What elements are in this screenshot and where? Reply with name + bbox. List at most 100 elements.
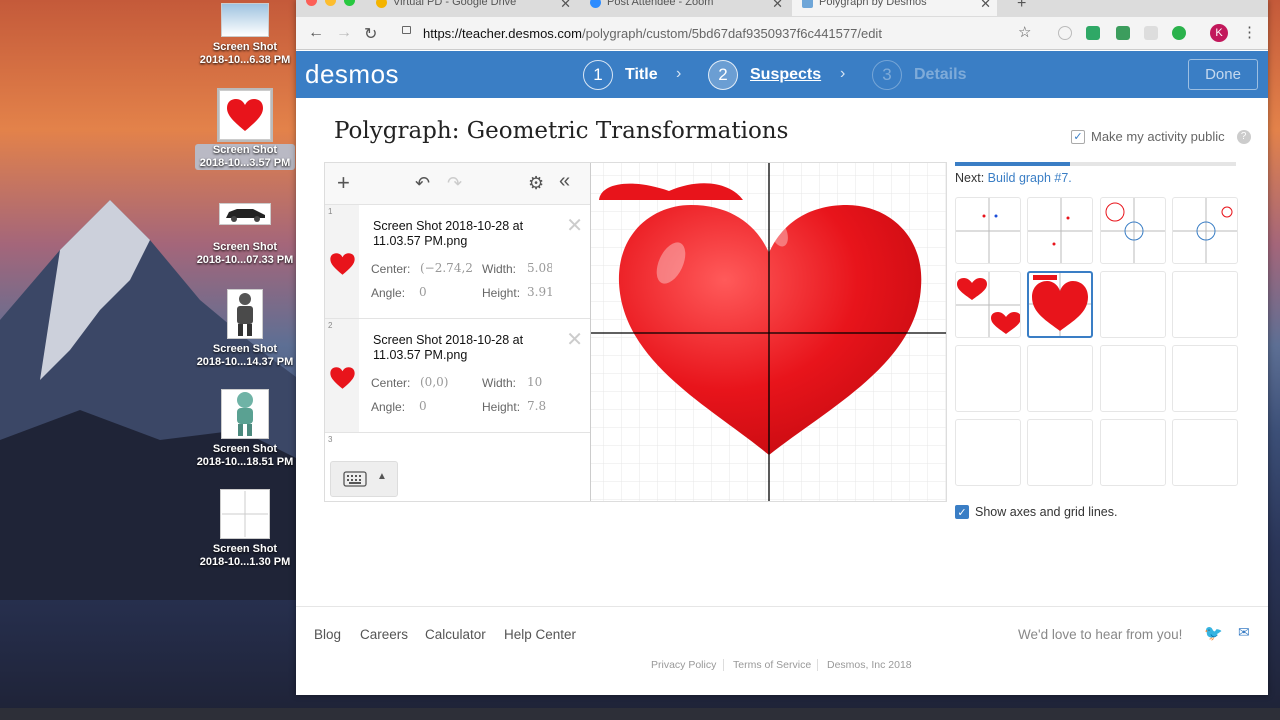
redo-icon[interactable]: ↷	[447, 173, 462, 194]
tab-zoom[interactable]: Post Attendee - Zoom ✕	[590, 0, 783, 16]
extension-icon[interactable]	[1144, 26, 1158, 40]
remove-expression-icon[interactable]: ✕	[566, 213, 583, 238]
angle-input[interactable]: 0	[419, 285, 427, 299]
suspect-card-empty[interactable]	[1172, 419, 1238, 486]
cast-icon[interactable]	[1116, 26, 1130, 40]
suspect-card-empty[interactable]	[1100, 345, 1166, 412]
close-window-button[interactable]	[306, 0, 317, 6]
expression-index: 3	[325, 433, 359, 461]
desktop-file-screenshot-2[interactable]: Screen Shot 2018-10...3.57 PM	[195, 88, 295, 170]
width-input[interactable]: 5.08	[527, 261, 552, 275]
tab-google-drive[interactable]: Virtual PD - Google Drive ✕	[376, 0, 571, 16]
suspect-card[interactable]	[1100, 197, 1166, 264]
height-input[interactable]: 7.8	[527, 399, 546, 413]
desktop-file-screenshot-6[interactable]: Screen Shot 2018-10...1.30 PM	[195, 489, 295, 569]
height-input[interactable]: 3.91	[527, 285, 552, 299]
new-tab-icon[interactable]: +	[1017, 0, 1026, 13]
suspect-card-selected[interactable]	[1027, 271, 1093, 338]
chevron-right-icon: ›	[840, 65, 846, 82]
step-title[interactable]: 1 Title	[583, 60, 658, 90]
desktop-file-screenshot-3[interactable]: Screen Shot 2018-10...07.33 PM	[195, 203, 295, 267]
footer-link-calculator[interactable]: Calculator	[425, 627, 486, 642]
settings-gear-icon[interactable]: ⚙	[528, 173, 544, 194]
file-date: 2018-10...3.57 PM	[199, 157, 291, 169]
suspect-card[interactable]	[1027, 197, 1093, 264]
grammarly-icon[interactable]	[1172, 26, 1186, 40]
desmos-logo[interactable]: desmos	[305, 59, 399, 90]
reload-icon[interactable]: ↻	[364, 24, 377, 44]
privacy-policy-link[interactable]: Privacy Policy	[651, 659, 716, 671]
suspect-card-empty[interactable]	[1027, 345, 1093, 412]
file-label: Screen Shot	[212, 443, 278, 455]
suspect-card-empty[interactable]	[1100, 271, 1166, 338]
desktop-file-screenshot-1[interactable]: Screen Shot 2018-10...6.38 PM	[195, 3, 295, 67]
angle-input[interactable]: 0	[419, 399, 427, 413]
remove-expression-icon[interactable]: ✕	[566, 327, 583, 352]
back-icon[interactable]: ←	[308, 24, 324, 42]
center-input[interactable]: (0,0)	[420, 375, 448, 389]
url-bar[interactable]: https://teacher.desmos.com/polygraph/cus…	[401, 21, 1031, 46]
make-public-toggle[interactable]: ✓ Make my activity public?	[1071, 129, 1251, 144]
suspect-card[interactable]	[955, 197, 1021, 264]
add-expression-icon[interactable]: +	[337, 170, 350, 196]
close-tab-icon[interactable]: ✕	[560, 0, 571, 12]
desktop-file-screenshot-5[interactable]: Screen Shot 2018-10...18.51 PM	[195, 389, 295, 469]
desktop-file-screenshot-4[interactable]: Screen Shot 2018-10...14.37 PM	[195, 289, 295, 369]
figure-image-icon	[227, 289, 263, 339]
terms-link[interactable]: Terms of Service	[733, 659, 811, 671]
expression-item[interactable]: 1 Screen Shot 2018-10-28 at 11.03.57 PM.…	[325, 205, 590, 319]
title-separator: :	[451, 118, 460, 144]
tab-polygraph[interactable]: Polygraph by Desmos ✕	[792, 0, 997, 16]
activity-title[interactable]: Geometric Transformations	[467, 118, 789, 144]
show-axes-toggle[interactable]: ✓ Show axes and grid lines.	[955, 505, 1117, 519]
next-link[interactable]: Build graph #7.	[988, 171, 1072, 185]
caret-up-icon: ▲	[377, 471, 387, 482]
step-suspects[interactable]: 2 Suspects	[708, 60, 821, 90]
zoom-icon	[590, 0, 601, 8]
suspect-card-empty[interactable]	[1172, 345, 1238, 412]
keyboard-toggle-button[interactable]: ▲	[330, 461, 398, 497]
expression-item[interactable]: 2 Screen Shot 2018-10-28 at 11.03.57 PM.…	[325, 319, 590, 433]
close-tab-icon[interactable]: ✕	[772, 0, 783, 12]
footer-link-careers[interactable]: Careers	[360, 627, 408, 642]
suspect-card-empty[interactable]	[955, 419, 1021, 486]
profile-avatar[interactable]: K	[1210, 24, 1228, 42]
suspect-card-empty[interactable]	[955, 345, 1021, 412]
email-icon[interactable]: ✉	[1238, 624, 1250, 641]
suspect-card[interactable]	[1172, 197, 1238, 264]
maximize-window-button[interactable]	[344, 0, 355, 6]
center-input[interactable]: (−2.74,2	[420, 261, 475, 275]
minimize-window-button[interactable]	[325, 0, 336, 6]
suspect-card[interactable]	[955, 271, 1021, 338]
footer-link-blog[interactable]: Blog	[314, 627, 341, 642]
collapse-panel-icon[interactable]: «	[559, 170, 570, 193]
progress-bar	[955, 162, 1236, 166]
checkbox-checked-icon[interactable]: ✓	[1071, 129, 1085, 144]
suspect-card-empty[interactable]	[1100, 419, 1166, 486]
width-label: Width:	[482, 376, 517, 390]
checkbox-checked-icon[interactable]: ✓	[955, 505, 969, 519]
done-button[interactable]: Done	[1188, 59, 1258, 90]
expression-item-empty[interactable]: 3	[325, 433, 590, 461]
bookmark-star-icon[interactable]: ☆	[1018, 23, 1031, 41]
extension-icon[interactable]	[1086, 26, 1100, 40]
menu-kebab-icon[interactable]: ⋮	[1242, 23, 1257, 41]
twitter-icon[interactable]: 🐦	[1204, 624, 1223, 642]
help-icon[interactable]: ?	[1236, 129, 1251, 144]
extension-icon[interactable]	[1058, 26, 1072, 40]
file-label: Screen Shot	[212, 41, 278, 53]
close-tab-icon[interactable]: ✕	[980, 0, 991, 12]
footer-link-help-center[interactable]: Help Center	[504, 627, 576, 642]
graph-canvas[interactable]	[591, 163, 946, 501]
graph-editor: + ↶ ↷ ⚙ « 1 Screen Shot 2018-10-28 at 11…	[324, 162, 947, 502]
url-path: /polygraph/custom/5bd67daf9350937f6c4415…	[581, 26, 882, 41]
expression-toolbar: + ↶ ↷ ⚙ «	[325, 163, 590, 205]
suspect-card-empty[interactable]	[1027, 419, 1093, 486]
tab-title: Virtual PD - Google Drive	[393, 0, 517, 8]
forward-icon[interactable]: →	[336, 24, 352, 42]
undo-icon[interactable]: ↶	[415, 173, 430, 194]
step-details[interactable]: 3 Details	[872, 60, 966, 90]
width-input[interactable]: 10	[527, 375, 542, 389]
screenshot-landscape-icon	[221, 3, 269, 37]
suspect-card-empty[interactable]	[1172, 271, 1238, 338]
